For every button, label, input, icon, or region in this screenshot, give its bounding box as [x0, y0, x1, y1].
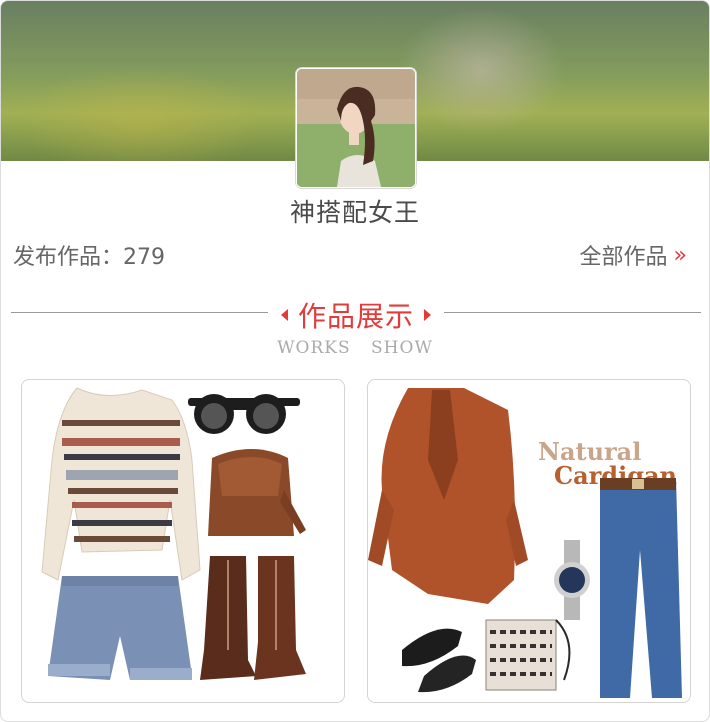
- works-count: 发布作品：279: [13, 239, 165, 271]
- section-title-text: 作品展示: [297, 300, 414, 333]
- outfit-2-image: Natural Cardigan: [368, 388, 682, 698]
- profile-card: 神搭配女王 发布作品：279 全部作品 » 作品展示 WORKS SHOW Na…: [0, 0, 710, 722]
- section-title: 作品展示: [11, 295, 701, 335]
- section-subtitle: WORKS SHOW: [277, 338, 433, 358]
- double-chevron-right-icon: »: [673, 242, 687, 268]
- all-works-link[interactable]: 全部作品 »: [580, 239, 687, 271]
- triangle-left-icon: [280, 309, 288, 321]
- works-count-value: 279: [123, 245, 166, 270]
- works-count-label: 发布作品：: [13, 245, 124, 270]
- avatar-image: [297, 69, 415, 187]
- all-works-label: 全部作品: [579, 245, 668, 270]
- work-thumbnail-2[interactable]: Natural Cardigan: [367, 379, 691, 703]
- outfit-1-image: [41, 387, 306, 680]
- triangle-right-icon: [424, 309, 431, 321]
- work-thumbnail-1[interactable]: [21, 379, 345, 703]
- avatar[interactable]: [296, 68, 416, 188]
- section-header: 作品展示: [11, 297, 701, 333]
- username: 神搭配女王: [289, 198, 420, 227]
